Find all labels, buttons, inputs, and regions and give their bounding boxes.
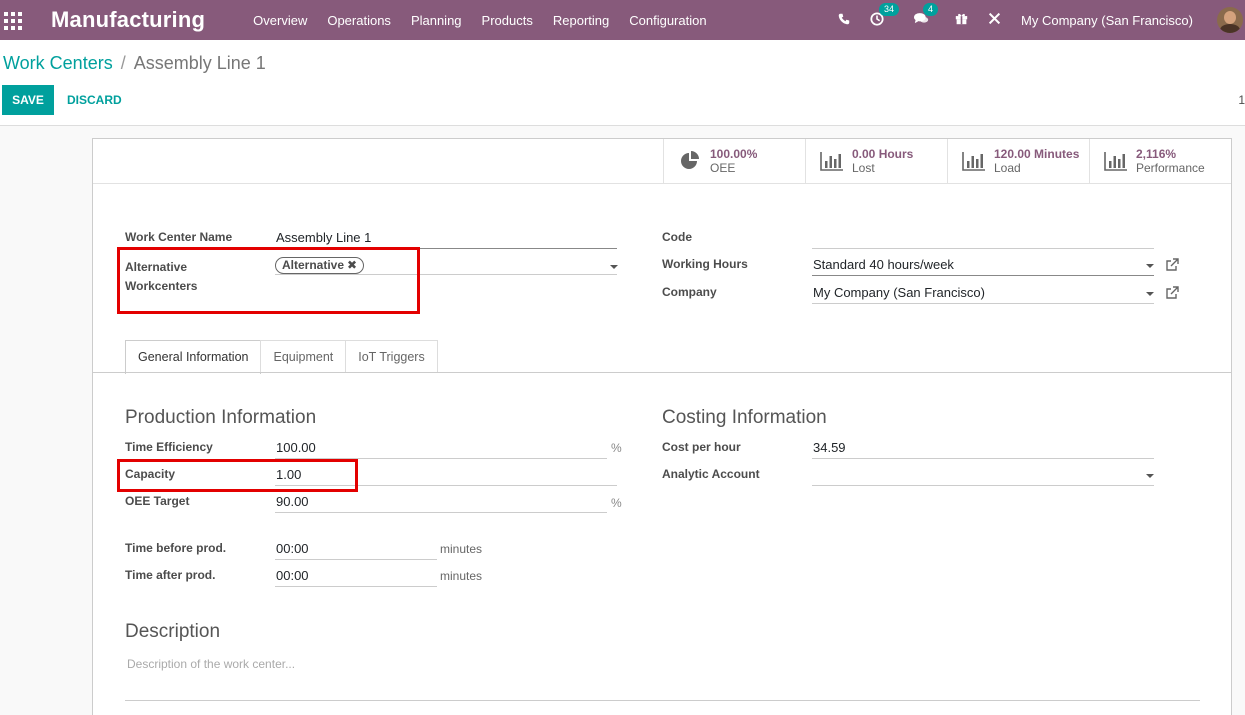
analytic-account-label: Analytic Account bbox=[662, 467, 760, 481]
description-divider bbox=[125, 700, 1200, 701]
company-label: Company bbox=[662, 285, 717, 299]
load-value: 120.00 Minutes bbox=[994, 147, 1080, 161]
working-hours-select[interactable] bbox=[812, 254, 1154, 276]
breadcrumb: Work Centers / Assembly Line 1 bbox=[3, 53, 266, 74]
app-brand[interactable]: Manufacturing bbox=[51, 7, 205, 33]
working-hours-label: Working Hours bbox=[662, 257, 748, 271]
oee-value: 100.00% bbox=[710, 147, 758, 161]
notebook-tabs: General Information Equipment IoT Trigge… bbox=[125, 340, 438, 374]
tab-equipment[interactable]: Equipment bbox=[260, 340, 347, 373]
performance-value: 2,116% bbox=[1136, 147, 1177, 161]
highlight-capacity-box bbox=[117, 459, 358, 492]
external-link-icon[interactable] bbox=[1165, 258, 1179, 272]
smart-button-box: 100.00% OEE 0.00 Hours Lost 120.00 Minutes… bbox=[663, 139, 1231, 183]
time-before-prod-input[interactable] bbox=[275, 538, 437, 560]
menu-item-products[interactable]: Products bbox=[482, 13, 533, 28]
load-label: Load bbox=[994, 161, 1021, 175]
chat-bubbles-icon[interactable]: 4 bbox=[914, 3, 939, 28]
time-after-prod-label: Time after prod. bbox=[125, 568, 216, 582]
time-efficiency-label: Time Efficiency bbox=[125, 440, 213, 454]
main-menu: Overview Operations Planning Products Re… bbox=[253, 13, 726, 28]
user-avatar[interactable] bbox=[1217, 7, 1243, 33]
bar-chart-icon bbox=[820, 152, 843, 171]
description-title: Description bbox=[125, 621, 221, 642]
chevron-down-icon[interactable] bbox=[1146, 474, 1154, 478]
menu-item-overview[interactable]: Overview bbox=[253, 13, 307, 28]
analytic-account-select[interactable] bbox=[812, 464, 1154, 486]
pie-chart-icon bbox=[681, 151, 699, 169]
company-select[interactable] bbox=[812, 282, 1154, 304]
systray: 34 4 My Company (San Francisco) bbox=[838, 0, 1245, 40]
load-stat-button[interactable]: 120.00 Minutes Load bbox=[947, 139, 1089, 183]
menu-item-reporting[interactable]: Reporting bbox=[553, 13, 609, 28]
oee-target-input[interactable] bbox=[275, 491, 607, 513]
header-divider bbox=[93, 183, 1231, 184]
bar-chart-icon bbox=[962, 152, 985, 171]
work-center-name-input[interactable] bbox=[275, 227, 617, 249]
lost-label: Lost bbox=[852, 161, 875, 175]
percent-unit: % bbox=[611, 441, 622, 455]
breadcrumb-separator: / bbox=[120, 53, 126, 73]
tabs-divider bbox=[93, 372, 1231, 373]
lost-value: 0.00 Hours bbox=[852, 147, 914, 161]
control-panel: Work Centers / Assembly Line 1 SAVE DISCAR… bbox=[0, 40, 1245, 126]
chevron-down-icon[interactable] bbox=[610, 265, 618, 269]
minutes-unit: minutes bbox=[440, 542, 483, 556]
oee-label: OEE bbox=[710, 161, 736, 175]
performance-label: Performance bbox=[1136, 161, 1205, 175]
cost-per-hour-label: Cost per hour bbox=[662, 440, 741, 454]
save-button[interactable]: SAVE bbox=[2, 85, 54, 115]
oee-target-label: OEE Target bbox=[125, 494, 190, 508]
chevron-down-icon[interactable] bbox=[1146, 264, 1154, 268]
menu-item-operations[interactable]: Operations bbox=[327, 13, 391, 28]
cost-per-hour-input[interactable] bbox=[812, 437, 1154, 459]
form-sheet: 100.00% OEE 0.00 Hours Lost 120.00 Minutes… bbox=[92, 138, 1232, 715]
company-switcher[interactable]: My Company (San Francisco) bbox=[1021, 13, 1193, 28]
tab-iot-triggers[interactable]: IoT Triggers bbox=[345, 340, 438, 373]
chevron-down-icon[interactable] bbox=[1146, 292, 1154, 296]
debug-tools-icon[interactable] bbox=[988, 12, 1001, 28]
performance-stat-button[interactable]: 2,116% Performance bbox=[1089, 139, 1231, 183]
menu-item-configuration[interactable]: Configuration bbox=[629, 13, 706, 28]
highlight-alternative-box bbox=[117, 247, 420, 314]
time-after-prod-input[interactable] bbox=[275, 565, 437, 587]
percent-unit: % bbox=[611, 496, 622, 510]
gift-icon[interactable] bbox=[955, 12, 968, 28]
work-center-name-label: Work Center Name bbox=[125, 230, 233, 244]
apps-menu-icon[interactable] bbox=[2, 10, 22, 30]
main-navbar: Manufacturing Overview Operations Planni… bbox=[0, 0, 1245, 40]
production-information-title: Production Information bbox=[125, 407, 317, 428]
menu-item-planning[interactable]: Planning bbox=[411, 13, 462, 28]
activity-clock-icon[interactable]: 34 bbox=[870, 2, 900, 29]
breadcrumb-work-centers[interactable]: Work Centers bbox=[3, 53, 113, 73]
description-textarea[interactable]: Description of the work center... bbox=[127, 657, 295, 671]
code-label: Code bbox=[662, 230, 692, 244]
minutes-unit: minutes bbox=[440, 569, 483, 583]
code-input[interactable] bbox=[812, 227, 1154, 249]
tab-general-information[interactable]: General Information bbox=[125, 340, 262, 374]
bar-chart-icon bbox=[1104, 152, 1127, 171]
activity-count-badge: 34 bbox=[879, 2, 900, 16]
breadcrumb-current: Assembly Line 1 bbox=[133, 53, 266, 73]
lost-stat-button[interactable]: 0.00 Hours Lost bbox=[805, 139, 947, 183]
discard-button[interactable]: DISCARD bbox=[60, 85, 129, 115]
time-before-prod-label: Time before prod. bbox=[125, 541, 227, 555]
time-efficiency-input[interactable] bbox=[275, 437, 607, 459]
external-link-icon[interactable] bbox=[1165, 286, 1179, 300]
oee-stat-button[interactable]: 100.00% OEE bbox=[663, 139, 805, 183]
phone-icon[interactable] bbox=[838, 12, 850, 28]
message-count-badge: 4 bbox=[923, 3, 939, 16]
costing-information-title: Costing Information bbox=[662, 407, 827, 428]
pager-value[interactable]: 1 bbox=[1238, 93, 1245, 107]
